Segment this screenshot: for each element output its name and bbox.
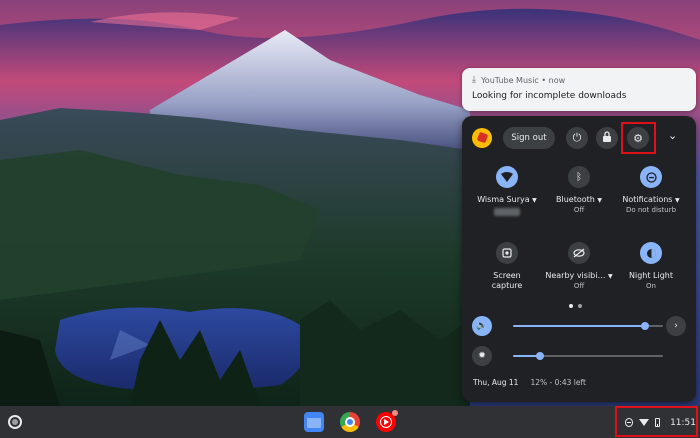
bluetooth-icon: ᛒ [568, 166, 590, 188]
tile-nearby-visibility[interactable]: Nearby visibi… ▼ Off [542, 242, 616, 290]
tile-notifications-label: Notifications ▼ [622, 195, 680, 204]
tile-network-label: Wisma Surya ▼ [477, 195, 537, 204]
quick-settings-footer: Thu, Aug 11 12% - 0:43 left [473, 378, 586, 387]
notification-badge [392, 410, 398, 416]
do-not-disturb-icon [640, 166, 662, 188]
tile-nearby-visibility-label: Nearby visibi… ▼ [545, 271, 613, 280]
settings-highlight-box [621, 122, 656, 154]
quick-settings-header: Sign out ⏻ ⚙ ⌄ [462, 116, 696, 158]
date-label[interactable]: Thu, Aug 11 [473, 378, 518, 387]
brightness-slider-thumb[interactable] [536, 352, 544, 360]
volume-icon[interactable]: 🔈 [472, 316, 492, 336]
download-icon: ⤓ [472, 75, 476, 85]
power-icon: ⏻ [572, 131, 582, 144]
redacted-network-detail [494, 208, 520, 216]
tile-nearby-visibility-sub: Off [573, 282, 585, 290]
tile-notifications-sub: Do not disturb [625, 206, 677, 214]
notification-source: ⤓ YouTube Music • now [472, 75, 686, 85]
volume-slider-thumb[interactable] [641, 322, 649, 330]
brightness-track-rest [540, 355, 663, 357]
chevron-right-icon: › [674, 321, 678, 331]
wifi-icon [496, 166, 518, 188]
brightness-icon: ✹ [472, 346, 492, 366]
tile-screen-capture-label: Screen capture [491, 271, 523, 290]
tile-network[interactable]: Wisma Surya ▼ [470, 166, 544, 218]
page-indicator [569, 304, 582, 308]
avatar[interactable] [472, 128, 492, 148]
power-button[interactable]: ⏻ [566, 127, 588, 149]
status-area-highlight-box [615, 406, 698, 437]
tile-night-light[interactable]: Night Light On [614, 242, 688, 290]
tile-notifications[interactable]: Notifications ▼ Do not disturb [614, 166, 688, 214]
quick-settings-panel: Sign out ⏻ ⚙ ⌄ Wisma Surya ▼ ᛒ Bluetooth… [462, 116, 696, 402]
youtube-music-icon[interactable] [376, 410, 398, 432]
chrome-icon[interactable] [340, 412, 360, 432]
page-dot-1[interactable] [569, 304, 573, 308]
page-dot-2[interactable] [578, 304, 582, 308]
tile-bluetooth[interactable]: ᛒ Bluetooth ▼ Off [542, 166, 616, 214]
notification-card[interactable]: ⤓ YouTube Music • now Looking for incomp… [462, 68, 696, 111]
tile-network-sub [470, 206, 544, 218]
collapse-button[interactable]: ⌄ [668, 129, 677, 142]
battery-status[interactable]: 12% - 0:43 left [530, 378, 586, 387]
nearby-share-icon [568, 242, 590, 264]
notification-source-text: YouTube Music • now [480, 75, 566, 85]
tile-screen-capture[interactable]: Screen capture [470, 242, 544, 291]
brightness-slider-row: ✹ [472, 346, 686, 368]
screen-capture-icon [496, 242, 518, 264]
volume-track-fill [513, 325, 645, 327]
files-app-icon[interactable] [304, 412, 324, 432]
volume-slider-row: 🔈 › [472, 316, 686, 338]
night-light-icon [640, 242, 662, 264]
lock-button[interactable] [596, 127, 618, 149]
launcher-button[interactable] [8, 415, 22, 429]
shelf [0, 406, 700, 438]
lock-icon [602, 131, 612, 145]
chevron-down-icon: ⌄ [668, 129, 678, 142]
play-icon [384, 419, 389, 425]
sign-out-button[interactable]: Sign out [503, 127, 555, 149]
tile-bluetooth-sub: Off [573, 206, 585, 214]
audio-settings-button[interactable]: › [666, 316, 686, 336]
notification-message: Looking for incomplete downloads [472, 91, 627, 101]
tile-night-light-sub: On [646, 282, 656, 290]
tile-night-light-label: Night Light [629, 271, 673, 280]
tile-bluetooth-label: Bluetooth ▼ [555, 195, 602, 204]
